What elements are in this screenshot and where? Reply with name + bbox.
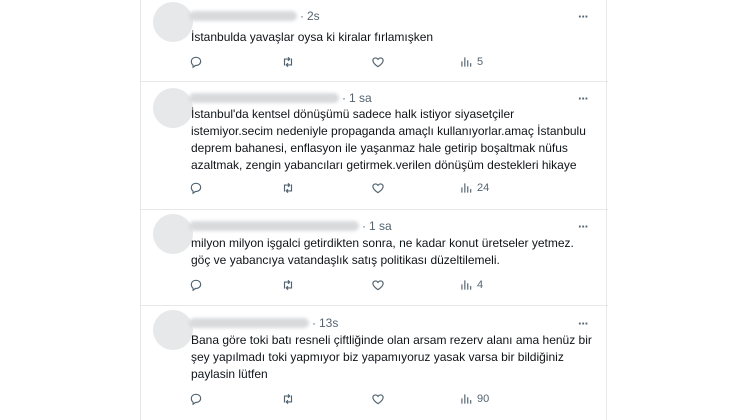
analytics-icon	[461, 183, 472, 193]
tweet-text: İstanbul'da kentsel dönüşümü sadece halk…	[191, 107, 586, 172]
view-count: 24	[477, 182, 490, 194]
heart-icon	[372, 57, 384, 68]
tweet-header: · 2s	[189, 9, 320, 23]
more-icon[interactable]: ···	[574, 10, 592, 24]
avatar[interactable]	[153, 88, 193, 128]
like-button[interactable]	[371, 180, 385, 196]
tweet-header: · 13s	[189, 316, 338, 330]
tweet-actions: 90	[189, 391, 589, 407]
separator-dot: ·	[362, 219, 366, 233]
retweet-button[interactable]	[281, 180, 295, 196]
like-button[interactable]	[371, 277, 385, 293]
more-icon[interactable]: ···	[574, 317, 592, 331]
avatar[interactable]	[153, 310, 193, 350]
tweet[interactable]: · 2s ··· İstanbulda yavaşlar oysa ki kir…	[141, 0, 608, 82]
views-button[interactable]: 5	[459, 54, 483, 70]
tweet[interactable]: · 1 sa ··· İstanbul'da kentsel dönüşümü …	[141, 82, 608, 210]
tweet-actions: 5	[189, 54, 589, 70]
tweet-actions: 24	[189, 180, 589, 196]
timestamp[interactable]: 2s	[307, 9, 320, 23]
author-name-redacted[interactable]	[189, 318, 309, 328]
retweet-icon	[283, 56, 293, 68]
analytics-icon	[461, 394, 472, 404]
view-count: 5	[477, 56, 484, 68]
reply-button[interactable]	[189, 54, 203, 70]
tweet-header: · 1 sa	[189, 91, 372, 105]
views-button[interactable]: 24	[459, 180, 489, 196]
tweet[interactable]: · 13s ··· Bana göre toki batı resneli çi…	[141, 306, 608, 420]
view-count: 90	[477, 393, 490, 405]
avatar[interactable]	[153, 214, 193, 254]
reply-icon	[190, 393, 202, 406]
separator-dot: ·	[300, 9, 304, 23]
separator-dot: ·	[312, 316, 316, 330]
views-button[interactable]: 90	[459, 391, 489, 407]
heart-icon	[372, 394, 384, 405]
like-button[interactable]	[371, 54, 385, 70]
views-button[interactable]: 4	[459, 277, 483, 293]
tweet-feed: · 2s ··· İstanbulda yavaşlar oysa ki kir…	[140, 0, 608, 420]
retweet-icon	[283, 279, 293, 291]
author-name-redacted[interactable]	[189, 93, 339, 103]
reply-button[interactable]	[189, 277, 203, 293]
author-name-redacted[interactable]	[189, 11, 297, 21]
reply-icon	[190, 182, 202, 195]
view-count: 4	[477, 279, 484, 291]
reply-icon	[190, 279, 202, 292]
timestamp[interactable]: 1 sa	[349, 91, 372, 105]
analytics-icon	[461, 280, 472, 290]
tweet-actions: 4	[189, 277, 589, 293]
tweet-header: · 1 sa	[189, 219, 392, 233]
reply-button[interactable]	[189, 391, 203, 407]
analytics-icon	[461, 57, 472, 67]
retweet-icon	[283, 182, 293, 194]
tweet[interactable]: · 1 sa ··· milyon milyon işgalci getirdi…	[141, 210, 608, 306]
reply-button[interactable]	[189, 180, 203, 196]
more-icon[interactable]: ···	[574, 220, 592, 234]
tweet-text: Bana göre toki batı resneli çiftliğinde …	[191, 333, 592, 381]
retweet-button[interactable]	[281, 277, 295, 293]
timestamp[interactable]: 13s	[319, 316, 338, 330]
separator-dot: ·	[342, 91, 346, 105]
heart-icon	[372, 183, 384, 194]
retweet-icon	[283, 393, 293, 405]
tweet-text: İstanbulda yavaşlar oysa ki kiralar fırl…	[191, 30, 434, 44]
tweet-text: milyon milyon işgalci getirdikten sonra,…	[191, 236, 574, 267]
author-name-redacted[interactable]	[189, 221, 359, 231]
retweet-button[interactable]	[281, 391, 295, 407]
avatar[interactable]	[153, 2, 193, 42]
retweet-button[interactable]	[281, 54, 295, 70]
more-icon[interactable]: ···	[574, 92, 592, 106]
like-button[interactable]	[371, 391, 385, 407]
reply-icon	[190, 56, 202, 69]
timestamp[interactable]: 1 sa	[369, 219, 392, 233]
heart-icon	[372, 280, 384, 291]
